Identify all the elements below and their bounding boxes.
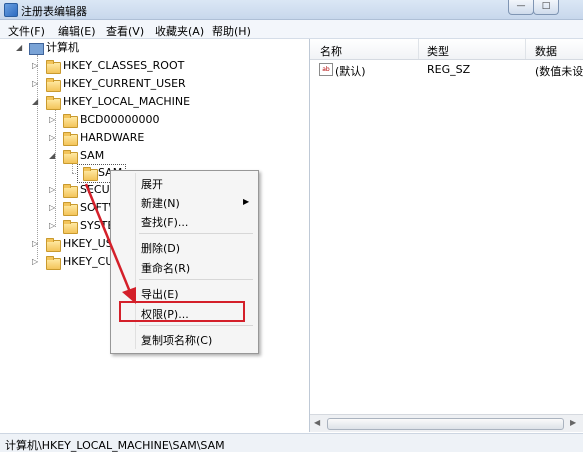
expand-arrow-icon[interactable]: ▷: [49, 134, 57, 142]
menu-item-export[interactable]: 导出(E): [141, 286, 179, 302]
menu-separator: [139, 325, 253, 326]
tree-node-label: HKEY_CLASSES_ROOT: [63, 59, 185, 72]
value-name: (默认): [335, 65, 366, 78]
menu-separator: [139, 233, 253, 234]
tree-line: [72, 163, 73, 173]
folder-icon: [46, 238, 61, 252]
tree-node-label: HKEY_CU: [63, 255, 114, 268]
menu-item-copy-key-name[interactable]: 复制项名称(C): [141, 332, 212, 348]
collapse-arrow-icon[interactable]: ◢: [49, 152, 57, 160]
expand-arrow-icon[interactable]: ▷: [32, 258, 40, 266]
folder-icon: [63, 132, 78, 146]
scroll-right-icon[interactable]: ▶: [570, 418, 576, 427]
minimize-button[interactable]: —: [508, 0, 534, 15]
value-data: (数值未设置): [535, 65, 583, 78]
regedit-app-icon: [4, 3, 18, 17]
menu-item-delete[interactable]: 删除(D): [141, 240, 180, 256]
menu-gutter: [135, 173, 136, 349]
folder-open-icon: [63, 150, 78, 164]
tree-node-label: HKEY_US: [63, 237, 113, 250]
menu-edit[interactable]: 编辑(E): [58, 23, 96, 39]
tree-node-label: 计算机: [46, 41, 79, 54]
folder-icon: [83, 167, 98, 181]
submenu-arrow-icon: ▶: [243, 197, 250, 206]
maximize-button[interactable]: □: [533, 0, 559, 15]
annotation-highlight-box: [119, 301, 245, 322]
folder-icon: [63, 114, 78, 128]
menu-help[interactable]: 帮助(H): [212, 23, 251, 39]
menu-file[interactable]: 文件(F): [8, 23, 45, 39]
tree-node-label: BCD00000000: [80, 113, 160, 126]
window-title: 注册表编辑器: [21, 5, 87, 18]
menu-bar: 文件(F) 编辑(E) 查看(V) 收藏夹(A) 帮助(H): [0, 20, 583, 39]
title-bar: 注册表编辑器 — □: [0, 0, 583, 20]
column-separator[interactable]: [418, 39, 419, 59]
menu-item-new[interactable]: 新建(N): [141, 195, 180, 211]
expand-arrow-icon[interactable]: ▷: [49, 186, 57, 194]
horizontal-scrollbar[interactable]: ◀ ▶: [310, 414, 583, 432]
expand-arrow-icon[interactable]: ▷: [32, 80, 40, 88]
status-bar: 计算机\HKEY_LOCAL_MACHINE\SAM\SAM: [0, 433, 583, 452]
menu-view[interactable]: 查看(V): [106, 23, 144, 39]
folder-icon: [63, 184, 78, 198]
scroll-left-icon[interactable]: ◀: [314, 418, 320, 427]
menu-item-find[interactable]: 查找(F)...: [141, 214, 188, 230]
menu-item-expand[interactable]: 展开: [141, 176, 163, 192]
expand-arrow-icon[interactable]: ▷: [49, 116, 57, 124]
string-value-icon: ab: [319, 63, 333, 76]
column-header-type[interactable]: 类型: [427, 43, 449, 59]
column-header-name[interactable]: 名称: [320, 43, 342, 59]
tree-node-label: SAM: [80, 149, 105, 162]
tree-node-label: HARDWARE: [80, 131, 145, 144]
context-menu: 展开 新建(N) ▶ 查找(F)... 删除(D) 重命名(R) 导出(E) 权…: [110, 170, 259, 354]
scrollbar-thumb[interactable]: [327, 418, 564, 430]
tree-node-label: HKEY_CURRENT_USER: [63, 77, 186, 90]
values-pane[interactable]: 名称 类型 数据 ab (默认) REG_SZ (数值未设置) ◀ ▶: [310, 39, 583, 432]
collapse-arrow-icon[interactable]: ◢: [16, 44, 24, 52]
menu-separator: [139, 279, 253, 280]
computer-icon: [29, 43, 44, 55]
folder-open-icon: [46, 96, 61, 110]
menu-favorites[interactable]: 收藏夹(A): [155, 23, 204, 39]
column-header: 名称 类型 数据: [310, 39, 583, 60]
expand-arrow-icon[interactable]: ▷: [32, 240, 40, 248]
folder-icon: [46, 78, 61, 92]
expand-arrow-icon[interactable]: ▷: [49, 204, 57, 212]
menu-item-rename[interactable]: 重命名(R): [141, 260, 190, 276]
folder-icon: [46, 60, 61, 74]
expand-arrow-icon[interactable]: ▷: [32, 62, 40, 70]
collapse-arrow-icon[interactable]: ◢: [32, 98, 40, 106]
folder-icon: [63, 220, 78, 234]
value-type: REG_SZ: [427, 63, 471, 76]
expand-arrow-icon[interactable]: ▷: [49, 222, 57, 230]
folder-icon: [46, 256, 61, 270]
folder-icon: [63, 202, 78, 216]
column-separator[interactable]: [525, 39, 526, 59]
tree-node-label: HKEY_LOCAL_MACHINE: [63, 95, 191, 108]
column-header-data[interactable]: 数据: [535, 43, 557, 59]
